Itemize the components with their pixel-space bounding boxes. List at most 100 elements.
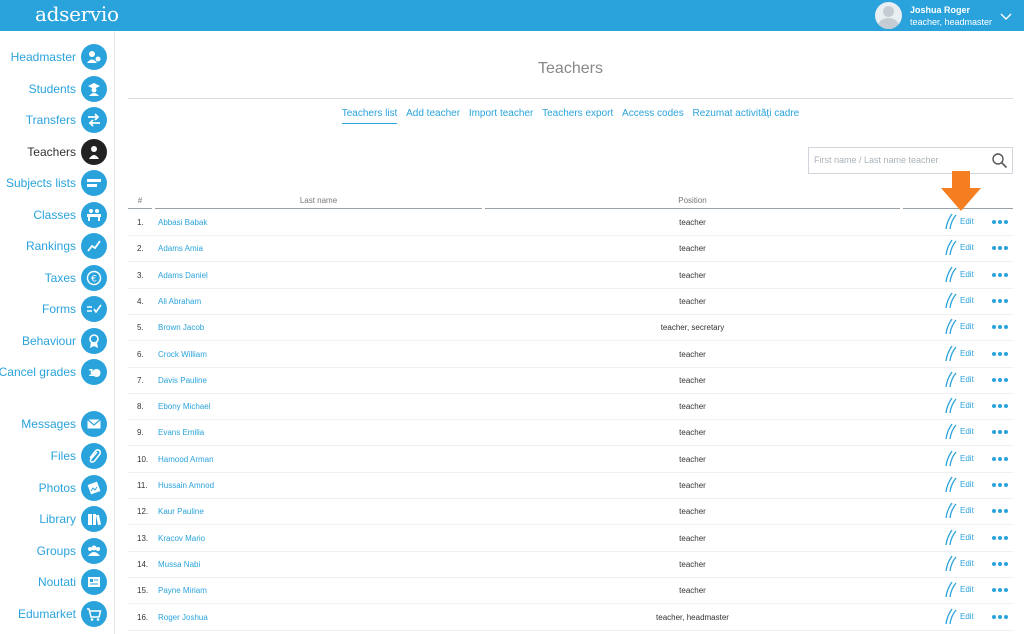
edit-button[interactable]: Edit <box>944 345 974 362</box>
edit-button[interactable]: Edit <box>944 450 974 467</box>
chevron-down-icon[interactable] <box>998 8 1014 24</box>
sidebar-item-files[interactable]: Files <box>0 442 114 470</box>
search-input[interactable] <box>814 152 986 168</box>
teacher-name-link[interactable]: Ebony Michael <box>158 402 210 411</box>
edit-button[interactable]: Edit <box>944 581 974 598</box>
header-last-name[interactable]: Last name <box>155 196 482 209</box>
more-options-icon[interactable] <box>992 298 1008 303</box>
sidebar-item-headmaster[interactable]: Headmaster <box>0 43 114 71</box>
edit-label: Edit <box>960 243 974 253</box>
sidebar-item-edumarket[interactable]: Edumarket <box>0 600 114 628</box>
sidebar-item-subjects-lists[interactable]: Subjects lists <box>0 169 114 197</box>
more-options-icon[interactable] <box>992 377 1008 382</box>
more-options-icon[interactable] <box>992 404 1008 409</box>
sidebar-item-messages[interactable]: Messages <box>0 410 114 438</box>
teacher-name-link[interactable]: Mussa Nabi <box>158 560 200 569</box>
more-options-icon[interactable] <box>992 430 1008 435</box>
top-bar: adservio Joshua Roger teacher, headmaste… <box>0 0 1024 31</box>
edit-button[interactable]: Edit <box>944 371 974 388</box>
page-title: Teachers <box>538 60 603 77</box>
more-options-icon[interactable] <box>992 561 1008 566</box>
tab-rezumat-activitati[interactable]: Rezumat activități cadre <box>693 108 800 123</box>
edit-button[interactable]: Edit <box>944 239 974 256</box>
more-options-icon[interactable] <box>992 456 1008 461</box>
teacher-position: teacher <box>679 402 706 412</box>
sidebar-item-forms[interactable]: Forms <box>0 295 114 323</box>
sidebar-item-rankings[interactable]: Rankings <box>0 232 114 260</box>
teacher-name-link[interactable]: Hussain Amnod <box>158 481 214 490</box>
sidebar-item-teachers[interactable]: Teachers <box>0 138 114 166</box>
teacher-name-link[interactable]: Payne Miriam <box>158 586 207 595</box>
edit-button[interactable]: Edit <box>944 476 974 493</box>
edit-button[interactable]: Edit <box>944 397 974 414</box>
more-options-icon[interactable] <box>992 588 1008 593</box>
teacher-name-link[interactable]: Abbasi Babak <box>158 218 207 227</box>
teacher-position: teacher <box>679 270 706 280</box>
teacher-name-link[interactable]: Brown Jacob <box>158 323 204 332</box>
more-options-icon[interactable] <box>992 246 1008 251</box>
edit-button[interactable]: Edit <box>944 608 974 625</box>
edit-button[interactable]: Edit <box>944 555 974 572</box>
sidebar-item-photos[interactable]: Photos <box>0 474 114 502</box>
search-icon[interactable] <box>991 152 1008 169</box>
sidebar-item-students[interactable]: Students <box>0 75 114 103</box>
teacher-name-link[interactable]: Evans Emilia <box>158 428 204 437</box>
more-options-icon[interactable] <box>992 325 1008 330</box>
sidebar-item-cancel-grades[interactable]: Cancel grades 1 <box>0 358 114 386</box>
more-options-icon[interactable] <box>992 483 1008 487</box>
sidebar-item-label: Noutati <box>37 575 76 589</box>
tab-import-teacher[interactable]: Import teacher <box>469 108 533 123</box>
user-menu[interactable]: Joshua Roger teacher, headmaster <box>874 1 1014 30</box>
edit-button[interactable]: Edit <box>944 502 974 519</box>
teacher-name-link[interactable]: Hamood Arman <box>158 455 214 464</box>
teacher-name-link[interactable]: Roger Joshua <box>158 613 208 622</box>
edit-label: Edit <box>960 585 974 595</box>
teacher-position: teacher <box>679 533 706 543</box>
table-row: 3. Adams Daniel teacher Edit <box>128 262 1013 289</box>
app-logo[interactable]: adservio <box>35 2 119 26</box>
sidebar: Headmaster Students Transfers Teachers S… <box>0 31 115 634</box>
divider <box>128 98 1013 99</box>
tab-access-codes[interactable]: Access codes <box>622 108 684 123</box>
edit-button[interactable]: Edit <box>944 292 974 309</box>
sidebar-item-groups[interactable]: Groups <box>0 537 114 565</box>
edit-button[interactable]: Edit <box>944 318 974 335</box>
sidebar-item-label: Files <box>50 449 76 463</box>
more-options-icon[interactable] <box>992 351 1008 356</box>
teacher-name-link[interactable]: Crock William <box>158 350 207 359</box>
teacher-name-link[interactable]: Kracov Mario <box>158 534 205 543</box>
teacher-name-link[interactable]: Kaur Pauline <box>158 507 204 516</box>
table-row: 4. Ali Abraham teacher Edit <box>128 288 1013 315</box>
header-position[interactable]: Position <box>485 196 900 209</box>
teacher-name-link[interactable]: Adams Daniel <box>158 271 208 280</box>
edit-button[interactable]: Edit <box>944 423 974 440</box>
envelope-icon <box>81 411 107 437</box>
more-options-icon[interactable] <box>992 220 1008 224</box>
tab-teachers-list[interactable]: Teachers list <box>341 108 398 124</box>
more-options-icon[interactable] <box>992 509 1008 514</box>
teacher-position: teacher <box>679 349 706 359</box>
teacher-position: teacher <box>679 507 706 517</box>
sidebar-item-behaviour[interactable]: Behaviour <box>0 327 114 355</box>
edit-button[interactable]: Edit <box>944 266 974 283</box>
edit-button[interactable]: Edit <box>944 529 974 546</box>
sidebar-item-label: Transfers <box>25 113 76 127</box>
row-number: 16. <box>137 612 149 622</box>
edit-button[interactable]: Edit <box>944 213 974 230</box>
teacher-name-link[interactable]: Ali Abraham <box>158 297 201 306</box>
more-options-icon[interactable] <box>992 614 1008 619</box>
avatar[interactable] <box>874 2 902 29</box>
more-options-icon[interactable] <box>992 272 1008 277</box>
sidebar-item-taxes[interactable]: Taxes € <box>0 264 114 292</box>
sidebar-item-label: Subjects lists <box>5 176 76 190</box>
teacher-name-link[interactable]: Adams Amia <box>158 244 203 253</box>
more-options-icon[interactable] <box>992 535 1008 540</box>
edit-label: Edit <box>960 532 974 542</box>
teacher-name-link[interactable]: Davis Pauline <box>158 376 207 385</box>
sidebar-item-noutati[interactable]: Noutati <box>0 568 114 596</box>
sidebar-item-classes[interactable]: Classes <box>0 201 114 229</box>
sidebar-item-library[interactable]: Library <box>0 505 114 533</box>
tab-teachers-export[interactable]: Teachers export <box>542 108 613 123</box>
tab-add-teacher[interactable]: Add teacher <box>406 108 460 123</box>
sidebar-item-transfers[interactable]: Transfers <box>0 106 114 134</box>
